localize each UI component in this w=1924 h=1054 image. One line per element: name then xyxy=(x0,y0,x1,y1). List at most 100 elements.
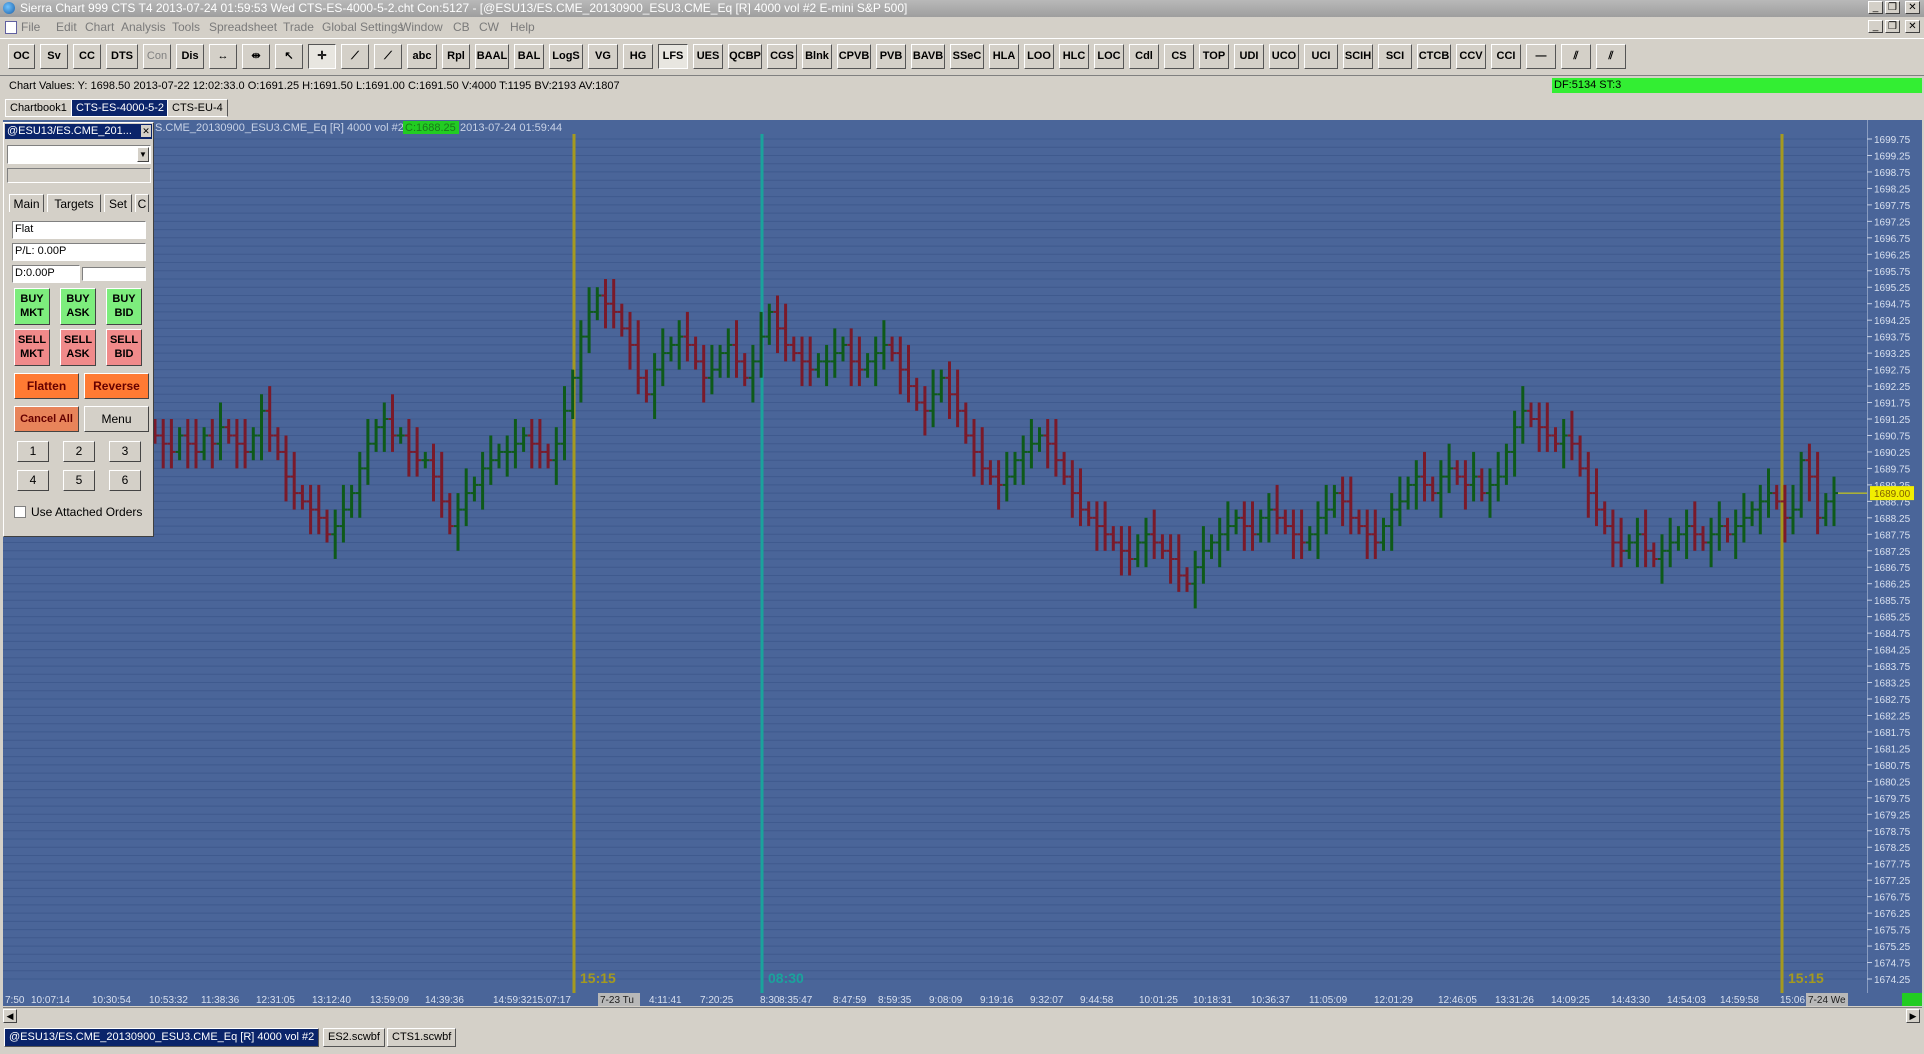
toolbar-button-20[interactable]: UES xyxy=(693,44,723,69)
toolbar-button-5[interactable]: Dis xyxy=(176,44,204,69)
tab-main[interactable]: Main xyxy=(9,194,44,212)
toolbar-button-2[interactable]: CC xyxy=(73,44,101,69)
number-button-2[interactable]: 2 xyxy=(63,441,95,462)
tab-cts-es[interactable]: CTS-ES-4000-5-2 xyxy=(71,99,170,117)
toolbar-button-33[interactable]: CS xyxy=(1164,44,1194,69)
toolbar-button-18[interactable]: HG xyxy=(623,44,653,69)
status-tab-cts1[interactable]: CTS1.scwbf xyxy=(387,1028,457,1047)
number-button-5[interactable]: 5 xyxy=(63,470,95,491)
tab-chartbook1[interactable]: Chartbook1 xyxy=(5,99,72,117)
toolbar-button-28[interactable]: HLA xyxy=(989,44,1019,69)
restore-button[interactable]: ❐ xyxy=(1885,1,1900,14)
child-close-button[interactable]: ✕ xyxy=(1905,20,1920,33)
tab-targets[interactable]: Targets xyxy=(47,194,101,212)
chart-area[interactable]: 15:15 08:30 15:15 S.CME_20130900_ESU3.CME_E… xyxy=(3,120,1867,993)
number-button-1[interactable]: 1 xyxy=(17,441,49,462)
minimize-button[interactable]: _ xyxy=(1868,1,1883,14)
toolbar-button-4[interactable]: Con xyxy=(143,44,171,69)
menu-spreadsheet[interactable]: Spreadsheet xyxy=(209,20,277,34)
buy-ask-button[interactable]: BUY ASK xyxy=(60,288,96,325)
toolbar-button-41[interactable]: CCV xyxy=(1456,44,1486,69)
toolbar-button-16[interactable]: LogS xyxy=(549,44,583,69)
menu-help[interactable]: Help xyxy=(510,20,535,34)
status-tab-es2[interactable]: ES2.scwbf xyxy=(323,1028,385,1047)
number-button-3[interactable]: 3 xyxy=(109,441,141,462)
toolbar-button-7[interactable]: ⇹ xyxy=(242,44,270,69)
toolbar-button-45[interactable]: ⫽ xyxy=(1596,44,1626,69)
quantity-field[interactable] xyxy=(7,168,151,183)
toolbar-button-3[interactable]: DTS xyxy=(106,44,138,69)
menu-edit[interactable]: Edit xyxy=(56,20,77,34)
horizontal-scrollbar[interactable]: ◀ ▶ xyxy=(3,1007,1922,1024)
account-select[interactable] xyxy=(7,145,151,164)
buy-mkt-button[interactable]: BUY MKT xyxy=(14,288,50,325)
toolbar-button-21[interactable]: QCBP xyxy=(728,44,762,69)
order-type-field[interactable] xyxy=(82,267,146,281)
menu-file[interactable]: File xyxy=(21,20,40,34)
menu-cb[interactable]: CB xyxy=(453,20,470,34)
menu-button[interactable]: Menu xyxy=(84,406,149,432)
menu-chart[interactable]: Chart xyxy=(85,20,114,34)
status-tab-chart[interactable]: @ESU13/ES.CME_20130900_ESU3.CME_Eq [R] 4… xyxy=(4,1028,320,1047)
close-button[interactable]: ✕ xyxy=(1905,1,1920,14)
toolbar-button-14[interactable]: BAAL xyxy=(475,44,509,69)
menu-analysis[interactable]: Analysis xyxy=(121,20,166,34)
toolbar-button-34[interactable]: TOP xyxy=(1199,44,1229,69)
toolbar-button-1[interactable]: Sv xyxy=(40,44,68,69)
toolbar-button-11[interactable]: ⟋ xyxy=(374,44,402,69)
toolbar-button-38[interactable]: SCIH xyxy=(1343,44,1373,69)
scroll-right-arrow-icon[interactable]: ▶ xyxy=(1906,1009,1920,1023)
buy-bid-button[interactable]: BUY BID xyxy=(106,288,142,325)
child-minimize-button[interactable]: _ xyxy=(1868,20,1883,33)
toolbar-button-13[interactable]: Rpl xyxy=(442,44,470,69)
toolbar-button-15[interactable]: BAL xyxy=(514,44,544,69)
toolbar-button-32[interactable]: Cdl xyxy=(1129,44,1159,69)
child-restore-button[interactable]: ❐ xyxy=(1885,20,1900,33)
cancel-all-button[interactable]: Cancel All xyxy=(14,406,79,432)
toolbar-button-29[interactable]: LOO xyxy=(1024,44,1054,69)
menu-trade[interactable]: Trade xyxy=(283,20,314,34)
toolbar-button-19[interactable]: LFS xyxy=(658,44,688,69)
sell-ask-button[interactable]: SELL ASK xyxy=(60,329,96,366)
toolbar-button-43[interactable]: — xyxy=(1526,44,1556,69)
tab-set[interactable]: Set xyxy=(104,194,132,212)
toolbar-button-36[interactable]: UCO xyxy=(1269,44,1299,69)
toolbar-button-35[interactable]: UDI xyxy=(1234,44,1264,69)
toolbar-button-0[interactable]: OC xyxy=(8,44,35,69)
toolbar-button-22[interactable]: CGS xyxy=(767,44,797,69)
scroll-left-arrow-icon[interactable]: ◀ xyxy=(3,1009,17,1023)
menu-global-settings[interactable]: Global Settings xyxy=(322,20,403,34)
trade-window-close-icon[interactable]: ✕ xyxy=(141,125,151,137)
toolbar-button-24[interactable]: CPVB xyxy=(837,44,871,69)
toolbar-button-8[interactable]: ↖ xyxy=(275,44,303,69)
price-scale[interactable]: 1699.75 1699.25 1698.75 1698.25 1697.75 1697.… xyxy=(1867,120,1922,993)
menu-window[interactable]: Window xyxy=(400,20,443,34)
toolbar-button-10[interactable]: ⟋ xyxy=(341,44,369,69)
sell-mkt-button[interactable]: SELL MKT xyxy=(14,329,50,366)
flatten-button[interactable]: Flatten xyxy=(14,373,79,399)
toolbar-button-42[interactable]: CCI xyxy=(1491,44,1521,69)
toolbar-button-6[interactable]: ↔ xyxy=(209,44,237,69)
toolbar-button-17[interactable]: VG xyxy=(588,44,618,69)
number-button-6[interactable]: 6 xyxy=(109,470,141,491)
sell-bid-button[interactable]: SELL BID xyxy=(106,329,142,366)
tab-cts-eu[interactable]: CTS-EU-4 xyxy=(167,99,228,117)
attached-orders-checkbox[interactable] xyxy=(14,506,26,518)
toolbar-button-39[interactable]: SCI xyxy=(1378,44,1412,69)
toolbar-button-9[interactable]: ✛ xyxy=(308,44,336,69)
toolbar-button-40[interactable]: CTCB xyxy=(1417,44,1451,69)
toolbar-button-37[interactable]: UCI xyxy=(1304,44,1338,69)
toolbar-button-23[interactable]: Blnk xyxy=(802,44,832,69)
toolbar-button-30[interactable]: HLC xyxy=(1059,44,1089,69)
toolbar-button-26[interactable]: BAVB xyxy=(911,44,945,69)
toolbar-button-44[interactable]: ⫽ xyxy=(1561,44,1591,69)
toolbar-button-12[interactable]: abc xyxy=(407,44,437,69)
toolbar-button-25[interactable]: PVB xyxy=(876,44,906,69)
toolbar-button-27[interactable]: SSeC xyxy=(950,44,984,69)
toolbar-button-31[interactable]: LOC xyxy=(1094,44,1124,69)
tab-c[interactable]: C xyxy=(135,194,149,212)
price-chart[interactable]: 15:15 08:30 15:15 S.CME_20130900_ESU3.CME_E… xyxy=(3,120,1867,993)
menu-tools[interactable]: Tools xyxy=(172,20,200,34)
menu-cw[interactable]: CW xyxy=(479,20,499,34)
reverse-button[interactable]: Reverse xyxy=(84,373,149,399)
